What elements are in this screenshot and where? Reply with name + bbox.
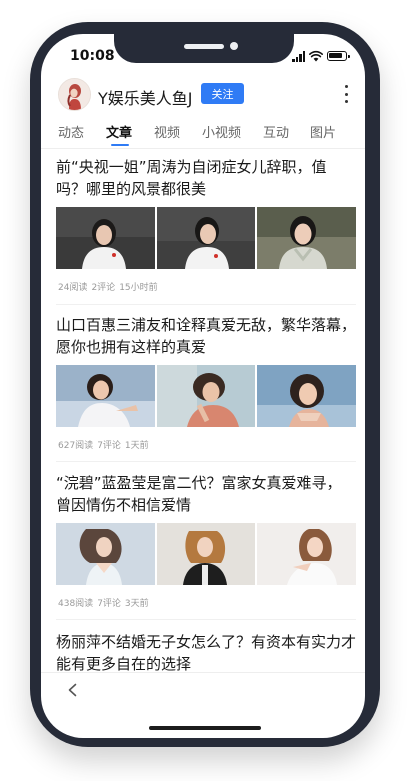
front-camera	[230, 42, 238, 50]
more-options-icon[interactable]	[343, 85, 349, 103]
thumbnail-image[interactable]	[257, 207, 356, 269]
thumbnail-image[interactable]	[56, 207, 155, 269]
article-card[interactable]: 杨丽萍不结婚无子女怎么了？有资本有实力才能有更多自在的选择	[56, 631, 356, 673]
bottom-bar-divider	[41, 672, 365, 673]
comment-count: 7评论	[97, 441, 121, 451]
read-count: 627阅读	[58, 441, 94, 451]
tab-short-videos[interactable]: 小视频	[202, 122, 241, 141]
tab-interaction[interactable]: 互动	[263, 122, 289, 141]
avatar[interactable]	[58, 78, 91, 111]
article-meta: 627阅读 7评论 1天前	[58, 438, 153, 451]
thumbnail-image[interactable]	[56, 523, 155, 585]
article-thumbnails	[56, 523, 356, 585]
article-title[interactable]: 杨丽萍不结婚无子女怎么了？有资本有实力才能有更多自在的选择	[56, 631, 356, 673]
article-title[interactable]: “浣碧”蓝盈莹是富二代？富家女真爱难寻，曾因情伤不相信爱情	[56, 472, 356, 516]
article-divider	[56, 619, 356, 620]
thumbnail-image[interactable]	[257, 523, 356, 585]
article-thumbnails	[56, 365, 356, 427]
status-time: 10:08	[70, 48, 115, 64]
article-thumbnails	[56, 207, 356, 269]
read-count: 438阅读	[58, 599, 94, 609]
tab-dynamic[interactable]: 动态	[58, 122, 84, 141]
article-divider	[56, 461, 356, 462]
tab-bar-divider	[41, 148, 365, 149]
speaker-grille	[184, 44, 224, 49]
article-card[interactable]: 山口百惠三浦友和诠释真爱无敌，繁华落幕，愿你也拥有这样的真爱 627阅读 7评论 1…	[56, 314, 356, 462]
cellular-signal-icon	[292, 50, 305, 62]
publish-time: 1天前	[124, 441, 149, 451]
follow-button[interactable]: 关注	[201, 83, 244, 104]
thumbnail-image[interactable]	[156, 207, 256, 269]
article-meta: 24阅读 2评论 15小时前	[58, 280, 162, 293]
thumbnail-image[interactable]	[56, 365, 155, 427]
comment-count: 7评论	[97, 599, 121, 609]
article-title[interactable]: 山口百惠三浦友和诠释真爱无敌，繁华落幕，愿你也拥有这样的真爱	[56, 314, 356, 358]
read-count: 24阅读	[58, 283, 88, 293]
tab-videos[interactable]: 视频	[154, 122, 180, 141]
status-icons	[292, 50, 350, 62]
article-card[interactable]: 前“央视一姐”周涛为自闭症女儿辞职，值吗？哪里的风景都很美 24阅读 2评论 15小…	[56, 156, 356, 305]
tab-pictures[interactable]: 图片	[310, 122, 336, 141]
thumbnail-image[interactable]	[156, 523, 256, 585]
profile-header: Y娱乐美人鱼J 关注	[56, 76, 360, 112]
thumbnail-image[interactable]	[257, 365, 356, 427]
battery-icon	[327, 51, 350, 61]
tab-articles[interactable]: 文章	[106, 122, 132, 141]
back-icon[interactable]	[66, 683, 80, 697]
comment-count: 2评论	[91, 283, 116, 293]
article-card[interactable]: “浣碧”蓝盈莹是富二代？富家女真爱难寻，曾因情伤不相信爱情 438阅读 7评论 3天…	[56, 472, 356, 620]
home-indicator[interactable]	[149, 726, 261, 730]
article-divider	[56, 304, 356, 305]
active-tab-indicator	[111, 144, 129, 146]
publish-time: 15小时前	[119, 283, 158, 293]
thumbnail-image[interactable]	[156, 365, 256, 427]
publish-time: 3天前	[124, 599, 149, 609]
wifi-icon	[309, 50, 323, 62]
article-title[interactable]: 前“央视一姐”周涛为自闭症女儿辞职，值吗？哪里的风景都很美	[56, 156, 356, 200]
tab-bar: 动态 文章 视频 小视频 互动 图片	[58, 122, 358, 142]
article-meta: 438阅读 7评论 3天前	[58, 596, 153, 609]
profile-name: Y娱乐美人鱼J	[98, 89, 193, 108]
